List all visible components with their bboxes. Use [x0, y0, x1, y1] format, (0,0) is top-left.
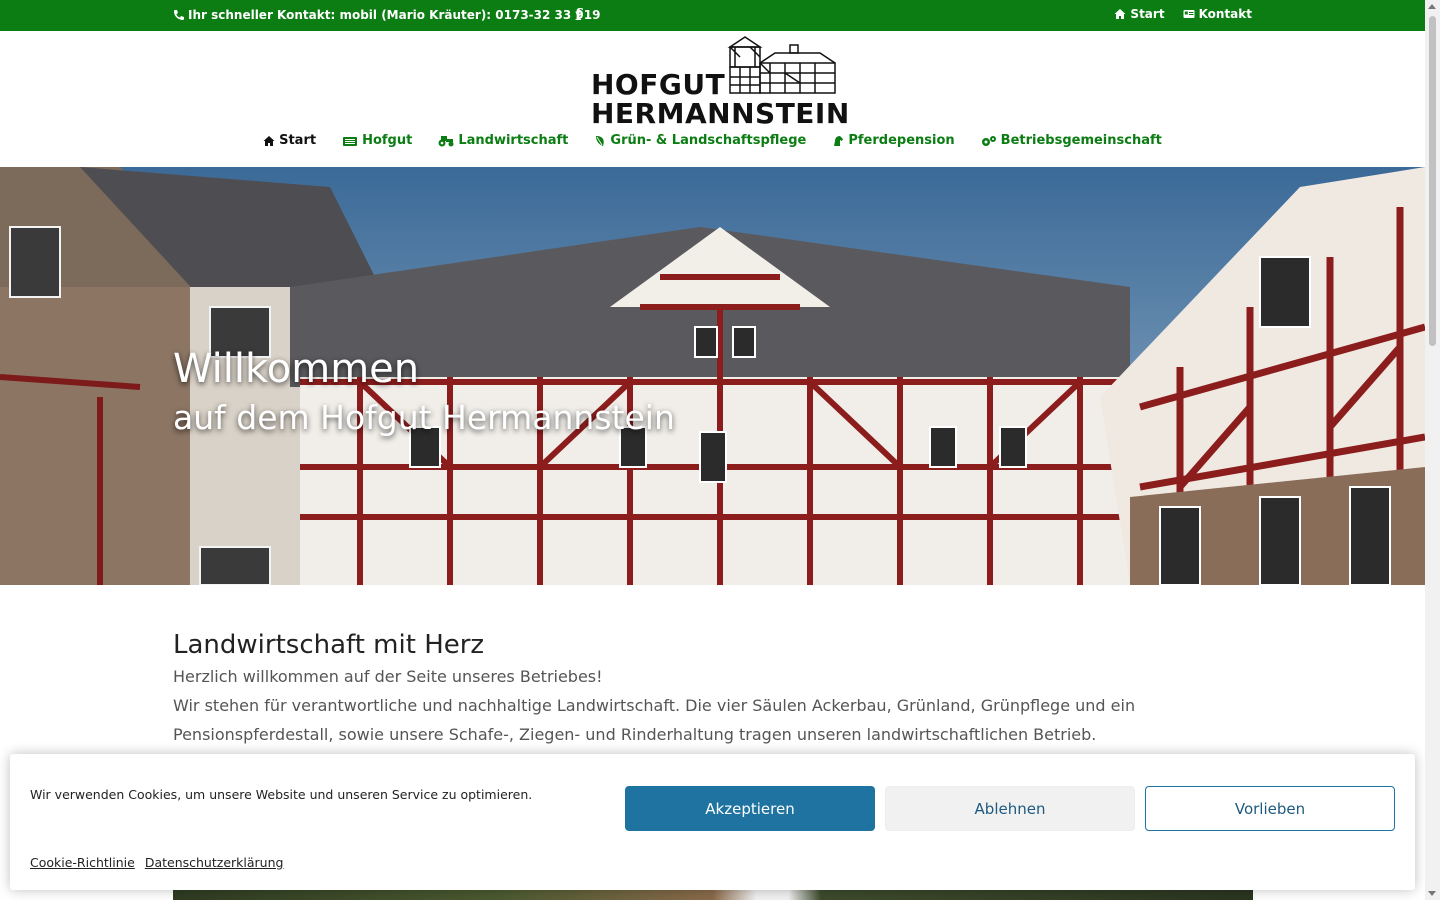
cookie-policy-link[interactable]: Cookie-Richtlinie — [30, 855, 135, 870]
nav-item-label: Start — [279, 133, 317, 148]
topbar-link-start[interactable]: Start — [1114, 7, 1165, 21]
intro-section: Landwirtschaft mit Herz Herzlich willkom… — [173, 628, 1253, 749]
site-header: HOFGUT HERMANNSTEIN Start Hofgut Landwir… — [0, 31, 1425, 167]
horse-icon — [834, 135, 844, 146]
deny-button[interactable]: Ablehnen — [885, 786, 1135, 831]
home-icon — [1114, 9, 1126, 19]
nav-item-label: Hofgut — [362, 133, 413, 148]
tractor-icon — [438, 135, 454, 146]
main-navigation: Start Hofgut Landwirtschaft Grün- & Land… — [0, 133, 1425, 148]
preferences-button[interactable]: Vorlieben — [1145, 786, 1395, 831]
address-card-icon — [1183, 10, 1195, 18]
nav-item-betriebsgemeinschaft[interactable]: Betriebsgemeinschaft — [981, 133, 1162, 148]
facebook-icon[interactable]: f — [575, 5, 582, 24]
intro-paragraph-2: Wir stehen für verantwortliche und nachh… — [173, 696, 1136, 744]
topbar-link-label: Start — [1130, 7, 1165, 21]
nav-item-start[interactable]: Start — [263, 133, 316, 148]
nav-item-gruenpflege[interactable]: Grün- & Landschaftspflege — [594, 133, 806, 148]
hero-subtitle: auf dem Hofgut Hermannstein — [173, 398, 675, 437]
hero-banner: Willkommen auf dem Hofgut Hermannstein — [0, 167, 1425, 585]
privacy-policy-link[interactable]: Datenschutzerklärung — [145, 855, 284, 870]
nav-item-hofgut[interactable]: Hofgut — [342, 133, 412, 148]
contact-info[interactable]: Ihr schneller Kontakt: mobil (Mario Kräu… — [173, 8, 600, 22]
building-icon — [343, 136, 358, 146]
topbar-link-label: Kontakt — [1198, 7, 1252, 21]
scrollbar-thumb[interactable] — [1429, 16, 1436, 346]
scroll-down-arrow-icon[interactable] — [1428, 891, 1436, 896]
home-icon — [263, 135, 275, 146]
intro-paragraph-1: Herzlich willkommen auf der Seite unsere… — [173, 667, 603, 686]
topbar-link-kontakt[interactable]: Kontakt — [1183, 7, 1252, 21]
nav-item-pferdepension[interactable]: Pferdepension — [832, 133, 955, 148]
leaf-icon — [596, 135, 605, 146]
nav-item-label: Landwirtschaft — [458, 133, 569, 148]
section-heading: Landwirtschaft mit Herz — [173, 630, 485, 660]
nav-item-label: Betriebsgemeinschaft — [1000, 133, 1162, 148]
accept-button[interactable]: Akzeptieren — [625, 786, 875, 831]
phone-icon — [174, 10, 184, 20]
scroll-up-arrow-icon[interactable] — [1428, 4, 1436, 9]
page-scrollbar[interactable] — [1425, 0, 1440, 900]
cookie-message: Wir verwenden Cookies, um unsere Website… — [30, 787, 533, 802]
cookie-consent-banner: Wir verwenden Cookies, um unsere Website… — [10, 754, 1415, 890]
nav-item-label: Grün- & Landschaftspflege — [610, 133, 807, 148]
hero-title: Willkommen — [173, 346, 420, 392]
site-logo[interactable]: HOFGUT HERMANNSTEIN — [590, 35, 849, 130]
nav-item-label: Pferdepension — [848, 133, 955, 148]
logo-line-2: HERMANNSTEIN — [591, 97, 850, 130]
contact-text: Ihr schneller Kontakt: mobil (Mario Kräu… — [188, 8, 601, 22]
nav-item-landwirtschaft[interactable]: Landwirtschaft — [438, 133, 568, 148]
top-contact-bar: Ihr schneller Kontakt: mobil (Mario Kräu… — [0, 0, 1425, 31]
gears-icon — [981, 135, 996, 146]
